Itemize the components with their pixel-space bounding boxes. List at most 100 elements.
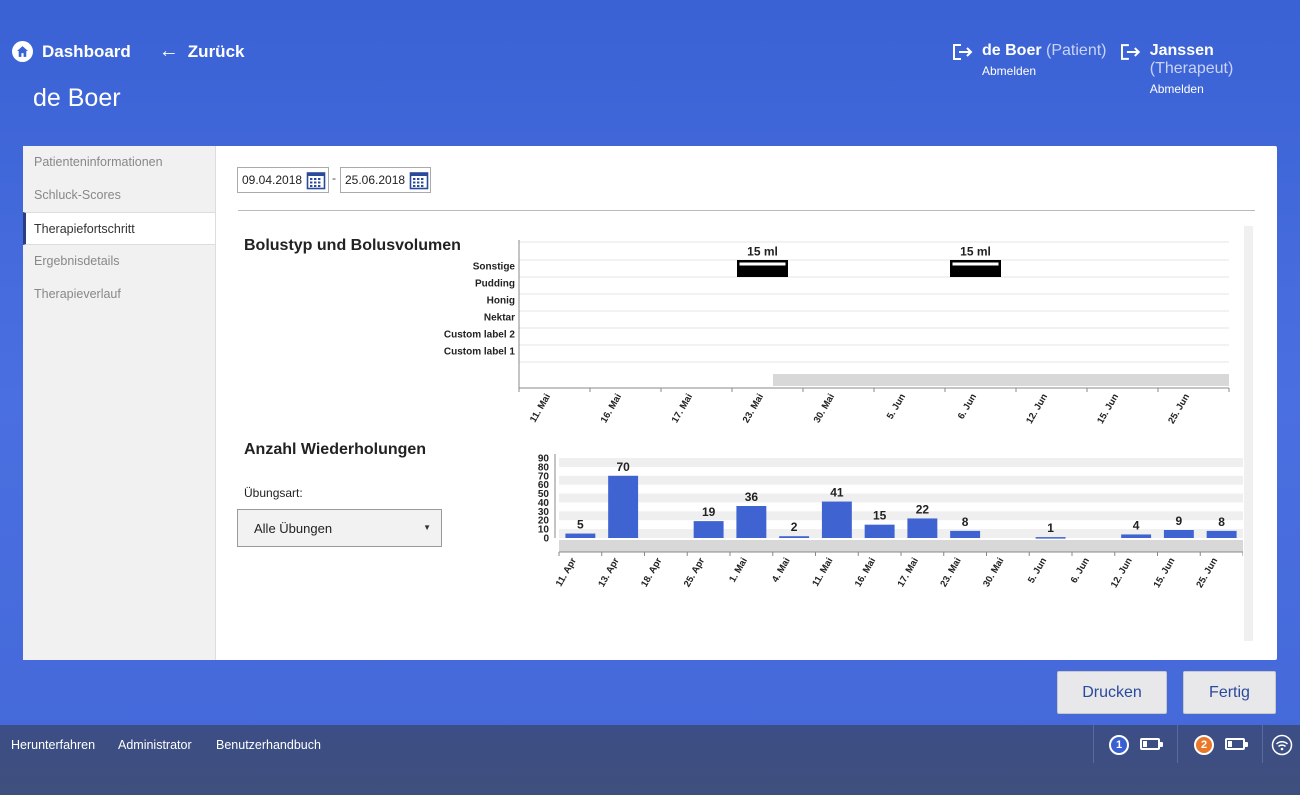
x-tick-label: 5. Jun xyxy=(1026,556,1049,585)
back-link[interactable]: ← Zurück xyxy=(159,40,245,63)
x-tick-label: 6. Jun xyxy=(1069,556,1092,585)
data-label: 2 xyxy=(791,520,798,534)
x-tick-label: 17. Mai xyxy=(670,392,695,424)
x-tick-label: 16. Mai xyxy=(599,392,624,424)
x-tick-label: 11. Mai xyxy=(810,556,835,588)
date-to-value: 25.06.2018 xyxy=(345,173,406,187)
dashboard-link[interactable]: Dashboard xyxy=(12,41,131,62)
battery-icon xyxy=(1225,738,1248,750)
data-label: 70 xyxy=(616,460,630,474)
battery-icon xyxy=(1140,738,1163,750)
data-label: 8 xyxy=(962,515,969,529)
x-tick-label: 15. Jun xyxy=(1095,392,1121,424)
calendar-icon[interactable] xyxy=(306,170,326,190)
bolus-marker-highlight xyxy=(739,262,786,266)
home-icon xyxy=(12,41,33,62)
bar xyxy=(693,521,724,538)
sidebar-item-therapy-history[interactable]: Therapieverlauf xyxy=(23,278,215,311)
y-tick-label: Pudding xyxy=(475,279,515,290)
page-title: de Boer xyxy=(33,84,121,112)
divider xyxy=(238,210,1255,211)
bolus-chart: Sonstige Pudding Honig Nektar Custom label 2… xyxy=(444,240,1230,424)
bar xyxy=(907,518,938,538)
data-label: 1 xyxy=(1047,521,1054,535)
logout-icon[interactable] xyxy=(952,43,974,61)
bar xyxy=(736,506,767,538)
caret-down-icon: ▼ xyxy=(423,523,431,532)
print-button[interactable]: Drucken xyxy=(1057,671,1167,714)
data-label: 5 xyxy=(577,518,584,532)
date-from-value: 09.04.2018 xyxy=(242,173,303,187)
sidebar-item-patient-info[interactable]: Patienteninformationen xyxy=(23,146,215,179)
bolus-marker-highlight xyxy=(952,262,999,266)
grid-band xyxy=(559,475,1243,485)
x-tick-label: 11. Apr xyxy=(554,556,579,589)
dashboard-label: Dashboard xyxy=(42,41,131,61)
reps-section-title: Anzahl Wiederholungen xyxy=(244,441,427,458)
wifi-icon[interactable] xyxy=(1271,734,1293,756)
shutdown-link[interactable]: Herunterfahren xyxy=(11,738,95,752)
x-tick-label: 15. Jun xyxy=(1152,556,1178,590)
chart-scrollbar xyxy=(559,540,1243,552)
exercise-type-value: Alle Übungen xyxy=(254,520,333,536)
sidebar: Patienteninformationen Schluck-Scores Th… xyxy=(23,146,216,660)
data-label: 8 xyxy=(1218,515,1225,529)
x-tick-label: 25. Jun xyxy=(1194,556,1220,590)
data-label: 22 xyxy=(916,502,930,516)
bar xyxy=(1206,530,1237,538)
data-label: 41 xyxy=(830,486,844,500)
data-label: 4 xyxy=(1133,518,1140,532)
bar xyxy=(1163,530,1194,538)
back-label: Zurück xyxy=(187,41,245,61)
patient-logout-link[interactable]: Abmelden xyxy=(982,64,1107,78)
device-1-badge[interactable]: 1 xyxy=(1109,735,1129,755)
x-tick-label: 30. Mai xyxy=(812,392,837,424)
bar xyxy=(821,501,852,538)
date-from-field[interactable]: 09.04.2018 xyxy=(237,167,329,193)
bar xyxy=(779,536,810,538)
grid-band xyxy=(559,493,1243,503)
exercise-type-select[interactable]: Alle Übungen ▼ xyxy=(237,509,442,547)
therapist-logout-link[interactable]: Abmelden xyxy=(1150,82,1300,96)
x-tick-label: 30. Mai xyxy=(981,556,1006,589)
x-tick-label: 11. Mai xyxy=(528,392,553,424)
vertical-scrollbar[interactable] xyxy=(1244,226,1253,641)
top-nav: Dashboard ← Zurück xyxy=(12,40,272,63)
administrator-link[interactable]: Administrator xyxy=(118,738,192,752)
sidebar-item-result-details[interactable]: Ergebnisdetails xyxy=(23,245,215,278)
bar xyxy=(1121,534,1152,538)
y-tick-label: Custom label 1 xyxy=(444,347,516,358)
patient-user: de Boer (Patient) Abmelden xyxy=(952,42,1107,78)
divider xyxy=(1262,725,1263,763)
grid-band xyxy=(559,458,1243,467)
y-tick-label: Custom label 2 xyxy=(444,330,516,341)
x-tick-label: 12. Jun xyxy=(1024,392,1050,424)
data-label: 15 ml xyxy=(747,245,778,259)
device-2-badge[interactable]: 2 xyxy=(1194,735,1214,755)
manual-link[interactable]: Benutzerhandbuch xyxy=(216,738,321,752)
patient-name: de Boer (Patient) xyxy=(982,42,1107,59)
bar xyxy=(950,530,981,538)
date-to-field[interactable]: 25.06.2018 xyxy=(340,167,431,193)
x-tick-label: 4. Mai xyxy=(770,556,793,584)
date-separator: - xyxy=(332,171,336,185)
x-tick-label: 23. Mai xyxy=(741,392,766,424)
y-tick-label: 90 xyxy=(538,454,550,465)
y-tick-label: Honig xyxy=(487,296,515,307)
sidebar-item-therapy-progress[interactable]: Therapiefortschritt xyxy=(23,212,215,245)
exercise-type-label: Übungsart: xyxy=(244,486,303,500)
x-tick-label: 1. Mai xyxy=(727,556,750,584)
data-label: 19 xyxy=(702,505,716,519)
sidebar-item-swallow-scores[interactable]: Schluck-Scores xyxy=(23,179,215,212)
x-tick-label: 5. Jun xyxy=(885,392,908,421)
divider xyxy=(1093,725,1094,763)
logout-icon[interactable] xyxy=(1120,43,1142,61)
bottom-bar: Herunterfahren Administrator Benutzerhan… xyxy=(0,725,1300,795)
grid-band xyxy=(559,511,1243,521)
calendar-icon[interactable] xyxy=(409,170,429,190)
done-button[interactable]: Fertig xyxy=(1183,671,1276,714)
x-tick-label: 23. Mai xyxy=(938,556,963,589)
x-tick-label: 25. Apr xyxy=(682,556,708,589)
chart-scrollbar xyxy=(773,374,1229,386)
y-tick-label: Nektar xyxy=(484,313,515,324)
